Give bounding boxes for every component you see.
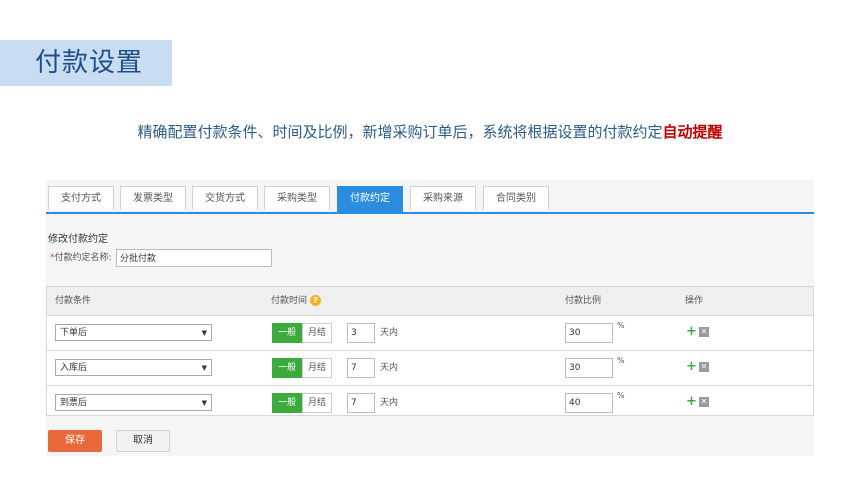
percent-sign: %	[617, 356, 625, 365]
payment-terms-name-input[interactable]: 分批付款	[116, 249, 272, 267]
close-icon[interactable]: ✕	[699, 397, 709, 407]
days-unit: 天内	[380, 328, 399, 338]
header-time: 付款时间	[271, 296, 308, 306]
plus-icon[interactable]: +	[686, 395, 697, 409]
monthly-toggle[interactable]: 月结	[302, 393, 332, 413]
condition-value: 到票后	[60, 398, 88, 408]
tab-purchase-source[interactable]: 采购来源	[410, 186, 476, 210]
days-input[interactable]: 7	[347, 358, 375, 378]
ratio-input[interactable]: 30	[565, 358, 613, 378]
section-title: 修改付款约定	[48, 234, 108, 245]
tab-payment-terms[interactable]: 付款约定	[337, 186, 403, 212]
table-row: 入库后 ▼ 一般 月结 7 天内 30 % + ✕	[47, 351, 813, 386]
normal-toggle[interactable]: 一般	[272, 393, 302, 413]
header-action: 操作	[685, 296, 704, 306]
help-icon[interactable]: ?	[310, 295, 321, 306]
days-input[interactable]: 3	[347, 323, 375, 343]
payment-table: 付款条件 付款时间 ? 付款比例 操作 下单后 ▼ 一般 月结 3 天内 30 %…	[46, 286, 814, 416]
chevron-down-icon: ▼	[201, 364, 207, 372]
table-header: 付款条件 付款时间 ? 付款比例 操作	[47, 287, 813, 316]
days-unit: 天内	[380, 363, 399, 373]
close-icon[interactable]: ✕	[699, 362, 709, 372]
normal-toggle[interactable]: 一般	[272, 323, 302, 343]
tab-invoice-type[interactable]: 发票类型	[120, 186, 186, 210]
header-ratio: 付款比例	[565, 296, 602, 306]
header-condition: 付款条件	[55, 296, 92, 306]
subtitle: 精确配置付款条件、时间及比例，新增采购订单后，系统将根据设置的付款约定自动提醒	[0, 122, 860, 142]
ratio-input[interactable]: 30	[565, 323, 613, 343]
subtitle-text: 精确配置付款条件、时间及比例，新增采购订单后，系统将根据设置的付款约定	[137, 123, 663, 141]
tab-bar: 支付方式 发票类型 交货方式 采购类型 付款约定 采购来源 合同类别	[46, 186, 814, 214]
percent-sign: %	[617, 321, 625, 330]
plus-icon[interactable]: +	[686, 360, 697, 374]
days-input[interactable]: 7	[347, 393, 375, 413]
chevron-down-icon: ▼	[201, 399, 207, 407]
tab-contract-category[interactable]: 合同类别	[483, 186, 549, 210]
settings-panel: 支付方式 发票类型 交货方式 采购类型 付款约定 采购来源 合同类别 修改付款约…	[46, 180, 814, 456]
cancel-button[interactable]: 取消	[116, 430, 170, 452]
condition-value: 入库后	[60, 363, 88, 373]
chevron-down-icon: ▼	[201, 329, 207, 337]
table-row: 到票后 ▼ 一般 月结 7 天内 40 % + ✕	[47, 386, 813, 420]
percent-sign: %	[617, 391, 625, 400]
save-button[interactable]: 保存	[48, 430, 102, 452]
tab-purchase-type[interactable]: 采购类型	[264, 186, 330, 210]
condition-value: 下单后	[60, 328, 88, 338]
subtitle-highlight: 自动提醒	[662, 123, 723, 141]
condition-select[interactable]: 下单后 ▼	[55, 324, 212, 341]
condition-select[interactable]: 到票后 ▼	[55, 394, 212, 411]
tab-delivery-method[interactable]: 交货方式	[192, 186, 258, 210]
normal-toggle[interactable]: 一般	[272, 358, 302, 378]
condition-select[interactable]: 入库后 ▼	[55, 359, 212, 376]
tab-payment-method[interactable]: 支付方式	[48, 186, 114, 210]
monthly-toggle[interactable]: 月结	[302, 323, 332, 343]
name-label-text: 付款约定名称:	[54, 253, 112, 263]
close-icon[interactable]: ✕	[699, 327, 709, 337]
ratio-input[interactable]: 40	[565, 393, 613, 413]
name-label: *付款约定名称:	[50, 250, 112, 263]
plus-icon[interactable]: +	[686, 325, 697, 339]
page-title: 付款设置	[35, 48, 144, 78]
days-unit: 天内	[380, 398, 399, 408]
table-row: 下单后 ▼ 一般 月结 3 天内 30 % + ✕	[47, 316, 813, 351]
monthly-toggle[interactable]: 月结	[302, 358, 332, 378]
